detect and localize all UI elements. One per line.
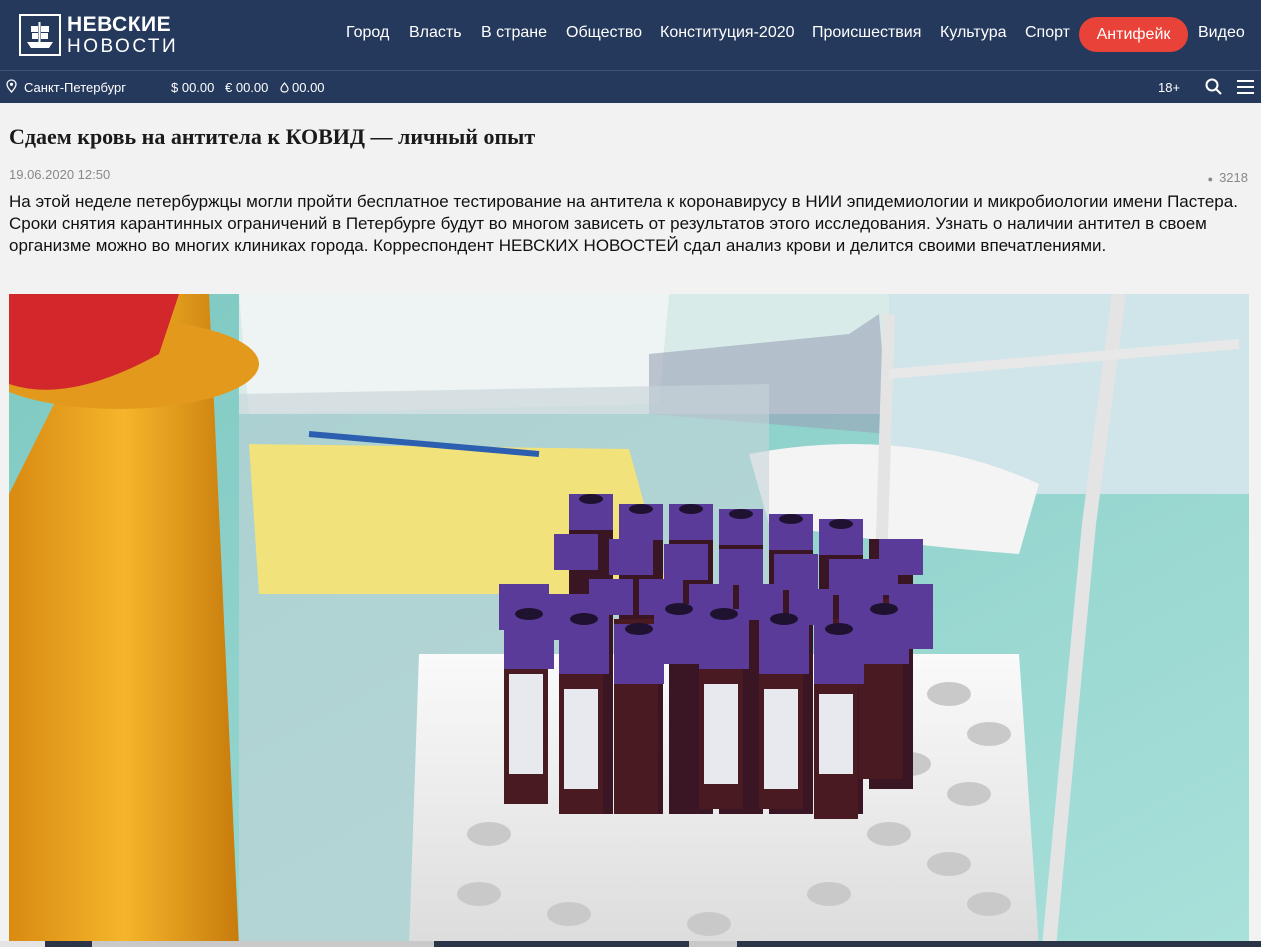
nav-vlast[interactable]: Власть [409, 24, 462, 42]
view-counter: ● 3218 [1208, 170, 1248, 185]
search-icon[interactable] [1205, 78, 1222, 98]
article-photo [9, 294, 1249, 947]
ship-icon [19, 14, 61, 56]
nav-sport[interactable]: Спорт [1025, 24, 1070, 42]
nav-kultura[interactable]: Культура [940, 24, 1007, 42]
location-pin-icon [6, 79, 17, 96]
nav-v-strane[interactable]: В стране [481, 24, 547, 42]
article-lead: На этой неделе петербуржцы могли пройти … [9, 192, 1238, 255]
oil-price: 00.00 [292, 80, 325, 95]
eur-rate: € 00.00 [225, 80, 269, 95]
site-logo[interactable]: НЕВСКИЕ НОВОСТИ [19, 14, 178, 56]
nav-obshchestvo[interactable]: Общество [566, 24, 642, 42]
eye-icon: ● [1207, 174, 1214, 184]
nav-video[interactable]: Видео [1198, 24, 1245, 42]
nav-gorod[interactable]: Город [346, 24, 389, 42]
logo-line-1: НЕВСКИЕ [67, 13, 172, 36]
scroll-strip [0, 941, 1261, 947]
article-date: 19.06.2020 12:50 [9, 167, 111, 182]
view-count: 3218 [1219, 170, 1248, 185]
article-title: Сдаем кровь на антитела к КОВИД — личный… [9, 124, 536, 149]
age-rating-badge: 18+ [1158, 80, 1181, 95]
blood-tubes-photo [9, 294, 1249, 947]
nav-proisshestviya[interactable]: Происшествия [812, 24, 921, 42]
nav-konstitutsiya[interactable]: Конституция-2020 [660, 24, 795, 42]
menu-hamburger-icon[interactable] [1237, 79, 1254, 97]
usd-rate: $ 00.00 [171, 80, 215, 95]
city-selector[interactable]: Санкт-Петербург [24, 80, 126, 95]
sub-info-bar: Санкт-Петербург $ 00.00 € 00.00 00.00 18… [0, 70, 1261, 103]
oil-drop-icon [280, 81, 289, 96]
top-navigation-bar: НЕВСКИЕ НОВОСТИ Город Власть В стране Об… [0, 0, 1261, 70]
logo-line-2: НОВОСТИ [67, 36, 179, 57]
nav-antifeik-button[interactable]: Антифейк [1079, 17, 1188, 52]
